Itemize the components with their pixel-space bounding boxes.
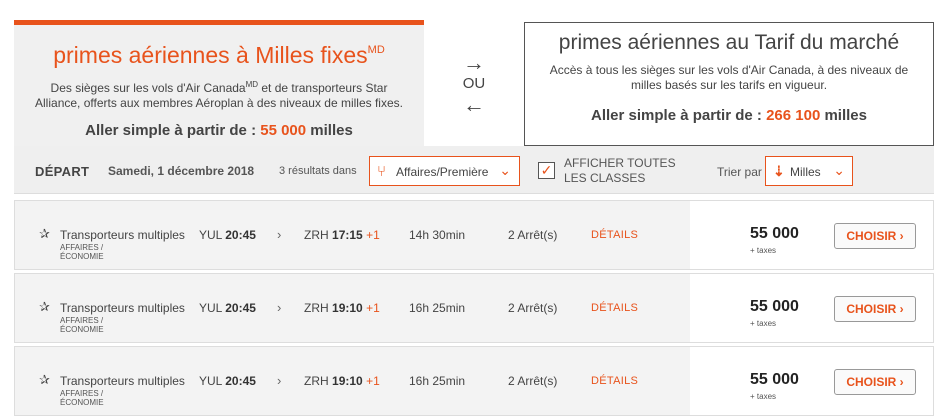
price-miles: 55 000: [750, 298, 799, 315]
fixed-miles-description: Des sièges sur les vols d'Air CanadaMD e…: [35, 80, 403, 110]
stops: 2 Arrêt(s): [508, 374, 558, 388]
fixed-miles-price: Aller simple à partir de : 55 000 milles: [85, 122, 353, 139]
carrier-name: Transporteurs multiples: [60, 374, 185, 388]
flight-row: ✰ Transporteurs multiples AFFAIRES / ÉCO…: [14, 200, 934, 270]
departure-info: YUL 20:45: [199, 374, 256, 388]
stops: 2 Arrêt(s): [508, 301, 558, 315]
filter-bar: DÉPART Samedi, 1 décembre 2018 3 résulta…: [14, 146, 934, 194]
taxes-note: + taxes: [750, 392, 777, 401]
flight-row: ✰ Transporteurs multiples AFFAIRES / ÉCO…: [14, 346, 934, 416]
choose-button[interactable]: CHOISIR ›: [834, 223, 916, 249]
market-fare-description: Accès à tous les sièges sur les vols d'A…: [549, 63, 909, 92]
cabin-class-select[interactable]: ⑂ Affaires/Première ⌄: [369, 156, 520, 186]
departure-info: YUL 20:45: [199, 301, 256, 315]
arrival-info: ZRH 19:10 +1: [304, 301, 380, 315]
choose-button[interactable]: CHOISIR ›: [834, 369, 916, 395]
fixed-miles-title: primes aériennes à Milles fixesMD: [53, 42, 385, 68]
cabin-class-value: Affaires/Première: [396, 165, 489, 179]
show-all-classes-checkbox[interactable]: ✓: [538, 162, 555, 179]
details-link[interactable]: DÉTAILS: [591, 302, 638, 314]
swap-indicator: → OU ←: [454, 50, 494, 117]
cabin-class: AFFAIRES / ÉCONOMIE: [60, 243, 104, 261]
stops: 2 Arrêt(s): [508, 228, 558, 242]
star-alliance-icon: ✰: [39, 226, 50, 241]
price-miles: 55 000: [750, 225, 799, 242]
chevron-right-icon: ›: [277, 300, 282, 315]
market-fare-price: Aller simple à partir de : 266 100 mille…: [591, 107, 867, 124]
price-miles: 55 000: [750, 371, 799, 388]
flight-row: ✰ Transporteurs multiples AFFAIRES / ÉCO…: [14, 273, 934, 343]
duration: 16h 25min: [409, 301, 466, 315]
departure-label: DÉPART: [35, 164, 90, 179]
sort-value: Milles: [790, 165, 821, 179]
show-all-classes-label[interactable]: AFFICHER TOUTES LES CLASSES: [564, 156, 694, 186]
star-alliance-icon: ✰: [39, 372, 50, 387]
market-fare-card[interactable]: primes aériennes au Tarif du marché Accè…: [524, 22, 934, 146]
sort-select[interactable]: ⇣ Milles ⌄: [765, 156, 853, 186]
departure-info: YUL 20:45: [199, 228, 256, 242]
carrier-name: Transporteurs multiples: [60, 301, 185, 315]
choose-button[interactable]: CHOISIR ›: [834, 296, 916, 322]
cabin-class: AFFAIRES / ÉCONOMIE: [60, 316, 104, 334]
sort-icon: ⇣: [773, 163, 785, 179]
taxes-note: + taxes: [750, 246, 777, 255]
chevron-down-icon: ⌄: [499, 162, 511, 178]
results-count: 3 résultats dans: [279, 165, 357, 177]
taxes-note: + taxes: [750, 319, 777, 328]
arrow-left-icon: ←: [463, 92, 485, 117]
arrival-info: ZRH 17:15 +1: [304, 228, 380, 242]
fixed-miles-value: 55 000: [260, 122, 307, 139]
chevron-right-icon: ›: [277, 373, 282, 388]
cabin-class: AFFAIRES / ÉCONOMIE: [60, 389, 104, 407]
duration: 16h 25min: [409, 374, 466, 388]
star-alliance-icon: ✰: [39, 299, 50, 314]
fixed-miles-card[interactable]: primes aériennes à Milles fixesMD Des si…: [14, 20, 424, 148]
sort-label: Trier par: [717, 165, 762, 179]
details-link[interactable]: DÉTAILS: [591, 229, 638, 241]
departure-date: Samedi, 1 décembre 2018: [108, 164, 255, 178]
market-fare-title: primes aériennes au Tarif du marché: [558, 31, 900, 54]
duration: 14h 30min: [409, 228, 466, 242]
market-fare-value: 266 100: [766, 107, 821, 124]
or-label: OU: [462, 75, 486, 92]
carrier-name: Transporteurs multiples: [60, 228, 185, 242]
chevron-right-icon: ›: [277, 227, 282, 242]
seat-icon: ⑂: [377, 163, 387, 180]
chevron-down-icon: ⌄: [833, 162, 845, 178]
details-link[interactable]: DÉTAILS: [591, 375, 638, 387]
arrow-right-icon: →: [463, 50, 485, 75]
arrival-info: ZRH 19:10 +1: [304, 374, 380, 388]
